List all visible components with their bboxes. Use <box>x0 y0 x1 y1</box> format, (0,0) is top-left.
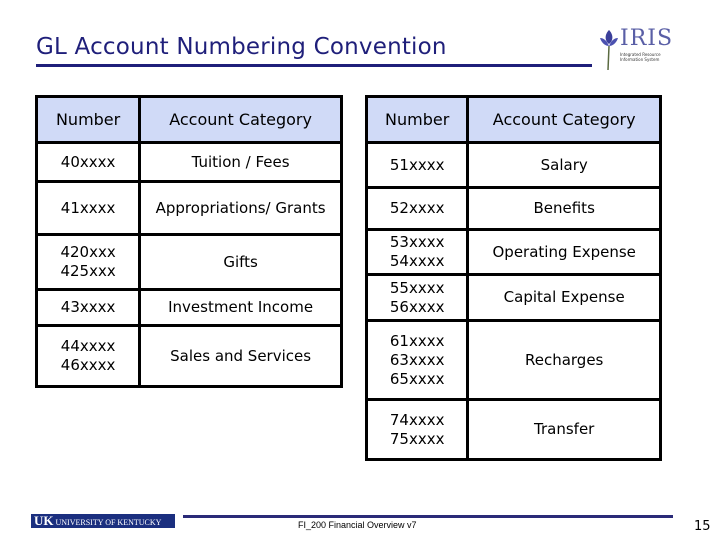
account-number: 41xxxx <box>34 180 142 236</box>
account-category: Investment Income <box>138 288 343 327</box>
account-category: Sales and Services <box>138 324 343 388</box>
account-category: Appropriations/ Grants <box>138 180 343 236</box>
course-label: FI_200 Financial Overview v7 <box>298 520 417 530</box>
header-category: Account Category <box>466 95 662 144</box>
table-row: 61xxxx 63xxxx 65xxxx Recharges <box>364 319 662 401</box>
iris-logo: IRIS Integrated Resource Information Sys… <box>598 26 674 72</box>
account-category: Tuition / Fees <box>138 141 343 183</box>
table-row: 420xxx 425xxx Gifts <box>34 233 343 291</box>
account-category: Gifts <box>138 233 343 291</box>
table-row: 41xxxx Appropriations/ Grants <box>34 180 343 236</box>
logo-subtitle: Integrated Resource Information System <box>620 52 661 62</box>
slide-title: GL Account Numbering Convention <box>36 34 447 60</box>
header-number: Number <box>34 95 142 144</box>
table-row: 51xxxx Salary <box>364 141 662 189</box>
university-logo: UK UNIVERSITY OF KENTUCKY <box>31 514 175 528</box>
account-category: Salary <box>466 141 662 189</box>
account-number: 53xxxx 54xxxx <box>364 228 470 276</box>
expense-accounts-table: Number Account Category 51xxxx Salary 52… <box>364 95 662 461</box>
logo-text: IRIS <box>620 26 674 51</box>
account-category: Transfer <box>466 398 662 461</box>
page-number: 15 <box>694 519 711 534</box>
account-category: Capital Expense <box>466 273 662 322</box>
account-category: Benefits <box>466 186 662 231</box>
account-number: 74xxxx 75xxxx <box>364 398 470 461</box>
account-number: 40xxxx <box>34 141 142 183</box>
table-row: 43xxxx Investment Income <box>34 288 343 327</box>
revenue-accounts-table: Number Account Category 40xxxx Tuition /… <box>34 95 343 388</box>
account-category: Operating Expense <box>466 228 662 276</box>
table-row: 40xxxx Tuition / Fees <box>34 141 343 183</box>
account-category: Recharges <box>466 319 662 401</box>
iris-flower-icon <box>600 30 618 71</box>
table-row: 74xxxx 75xxxx Transfer <box>364 398 662 461</box>
table-row: 53xxxx 54xxxx Operating Expense <box>364 228 662 276</box>
account-number: 52xxxx <box>364 186 470 231</box>
uk-mark: UK <box>34 514 54 528</box>
account-number: 51xxxx <box>364 141 470 189</box>
table-row: 44xxxx 46xxxx Sales and Services <box>34 324 343 388</box>
header-number: Number <box>364 95 470 144</box>
account-number: 420xxx 425xxx <box>34 233 142 291</box>
header-category: Account Category <box>138 95 343 144</box>
account-number: 61xxxx 63xxxx 65xxxx <box>364 319 470 401</box>
account-number: 43xxxx <box>34 288 142 327</box>
account-number: 55xxxx 56xxxx <box>364 273 470 322</box>
footer-rule <box>183 515 673 518</box>
table-row: 52xxxx Benefits <box>364 186 662 231</box>
account-number: 44xxxx 46xxxx <box>34 324 142 388</box>
table-row: 55xxxx 56xxxx Capital Expense <box>364 273 662 322</box>
title-underline <box>36 64 592 67</box>
university-name: UNIVERSITY OF KENTUCKY <box>55 518 162 527</box>
